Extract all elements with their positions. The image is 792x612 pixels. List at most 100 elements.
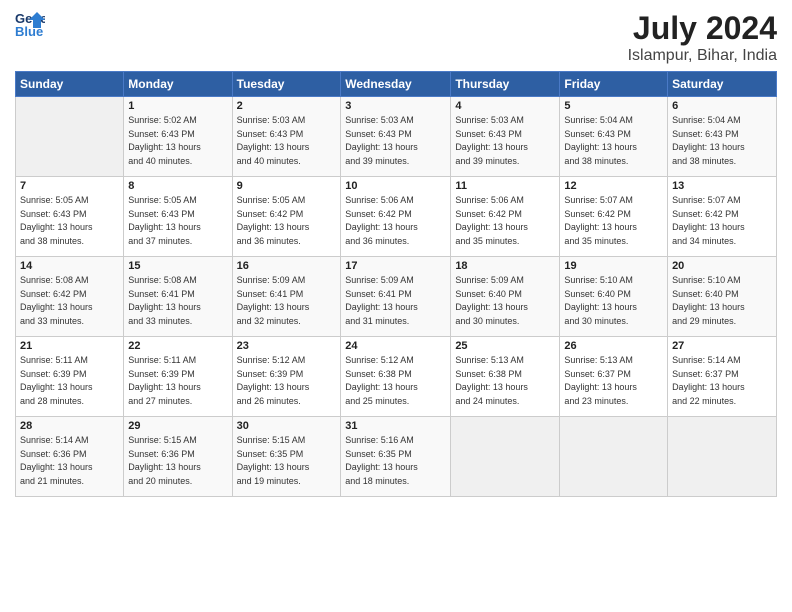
day-info: Sunrise: 5:14 AM Sunset: 6:36 PM Dayligh… — [20, 434, 119, 488]
calendar-cell-w3-d3: 17Sunrise: 5:09 AM Sunset: 6:41 PM Dayli… — [341, 257, 451, 337]
day-number: 5 — [564, 100, 663, 112]
day-info: Sunrise: 5:08 AM Sunset: 6:41 PM Dayligh… — [128, 274, 227, 328]
day-info: Sunrise: 5:03 AM Sunset: 6:43 PM Dayligh… — [237, 114, 337, 168]
day-info: Sunrise: 5:09 AM Sunset: 6:41 PM Dayligh… — [237, 274, 337, 328]
day-info: Sunrise: 5:10 AM Sunset: 6:40 PM Dayligh… — [564, 274, 663, 328]
day-number: 12 — [564, 180, 663, 192]
day-number: 4 — [455, 100, 555, 112]
calendar-table: Sunday Monday Tuesday Wednesday Thursday… — [15, 71, 777, 497]
calendar-cell-w5-d0: 28 Sunrise: 5:14 AM Sunset: 6:36 PM Dayli… — [16, 417, 124, 497]
day-info: Sunrise: 5:05 AM Sunset: 6:43 PM Dayligh… — [128, 194, 227, 248]
main-title: July 2024 — [628, 10, 777, 47]
calendar-cell-w5-d3: 31 Sunrise: 5:16 AM Sunset: 6:35 PM Dayli… — [341, 417, 451, 497]
day-number: 27 — [672, 340, 772, 352]
header-sunday: Sunday — [16, 72, 124, 97]
day-info: Sunrise: 5:08 AM Sunset: 6:42 PM Dayligh… — [20, 274, 119, 328]
day-number: 6 — [672, 100, 772, 112]
day-info: Sunrise: 5:06 AM Sunset: 6:42 PM Dayligh… — [345, 194, 446, 248]
calendar-cell-w5-d1: 29 Sunrise: 5:15 AM Sunset: 6:36 PM Dayli… — [124, 417, 232, 497]
day-info: Sunrise: 5:15 AM Sunset: 6:36 PM Dayligh… — [128, 434, 227, 488]
header-friday: Friday — [560, 72, 668, 97]
calendar-cell-w4-d0: 21 Sunrise: 5:11 AM Sunset: 6:39 PM Dayli… — [16, 337, 124, 417]
day-number: 3 — [345, 100, 446, 112]
day-number: 30 — [237, 420, 337, 432]
day-info: Sunrise: 5:11 AM Sunset: 6:39 PM Dayligh… — [20, 354, 119, 408]
week-row-3: 14 Sunrise: 5:08 AM Sunset: 6:42 PM Dayli… — [16, 257, 777, 337]
calendar-cell-w3-d6: 20Sunrise: 5:10 AM Sunset: 6:40 PM Dayli… — [668, 257, 777, 337]
day-info: Sunrise: 5:15 AM Sunset: 6:35 PM Dayligh… — [237, 434, 337, 488]
calendar-cell-w1-d5: 5 Sunrise: 5:04 AM Sunset: 6:43 PM Daylig… — [560, 97, 668, 177]
calendar-cell-w1-d4: 4Sunrise: 5:03 AM Sunset: 6:43 PM Daylig… — [451, 97, 560, 177]
subtitle: Islampur, Bihar, India — [628, 47, 777, 65]
calendar-cell-w1-d1: 1 Sunrise: 5:02 AM Sunset: 6:43 PM Daylig… — [124, 97, 232, 177]
day-info: Sunrise: 5:02 AM Sunset: 6:43 PM Dayligh… — [128, 114, 227, 168]
page-container: General Blue July 2024 Islampur, Bihar, … — [0, 0, 792, 507]
day-info: Sunrise: 5:10 AM Sunset: 6:40 PM Dayligh… — [672, 274, 772, 328]
day-number: 1 — [128, 100, 227, 112]
day-number: 8 — [128, 180, 227, 192]
week-row-2: 7 Sunrise: 5:05 AM Sunset: 6:43 PM Daylig… — [16, 177, 777, 257]
day-number: 17 — [345, 260, 446, 272]
calendar-cell-w4-d4: 25 Sunrise: 5:13 AM Sunset: 6:38 PM Dayli… — [451, 337, 560, 417]
day-info: Sunrise: 5:13 AM Sunset: 6:37 PM Dayligh… — [564, 354, 663, 408]
calendar-cell-w2-d0: 7 Sunrise: 5:05 AM Sunset: 6:43 PM Daylig… — [16, 177, 124, 257]
day-info: Sunrise: 5:12 AM Sunset: 6:39 PM Dayligh… — [237, 354, 337, 408]
day-number: 15 — [128, 260, 227, 272]
calendar-cell-w1-d2: 2 Sunrise: 5:03 AM Sunset: 6:43 PM Daylig… — [232, 97, 341, 177]
calendar-cell-w4-d1: 22Sunrise: 5:11 AM Sunset: 6:39 PM Dayli… — [124, 337, 232, 417]
calendar-body: 1 Sunrise: 5:02 AM Sunset: 6:43 PM Daylig… — [16, 97, 777, 497]
header-wednesday: Wednesday — [341, 72, 451, 97]
title-section: July 2024 Islampur, Bihar, India — [628, 10, 777, 65]
week-row-4: 21 Sunrise: 5:11 AM Sunset: 6:39 PM Dayli… — [16, 337, 777, 417]
logo-icon: General Blue — [15, 10, 45, 38]
day-info: Sunrise: 5:11 AM Sunset: 6:39 PM Dayligh… — [128, 354, 227, 408]
calendar-cell-w5-d2: 30 Sunrise: 5:15 AM Sunset: 6:35 PM Dayli… — [232, 417, 341, 497]
day-number: 31 — [345, 420, 446, 432]
day-info: Sunrise: 5:06 AM Sunset: 6:42 PM Dayligh… — [455, 194, 555, 248]
day-number: 23 — [237, 340, 337, 352]
day-number: 9 — [237, 180, 337, 192]
calendar-cell-w3-d0: 14 Sunrise: 5:08 AM Sunset: 6:42 PM Dayli… — [16, 257, 124, 337]
header-thursday: Thursday — [451, 72, 560, 97]
day-info: Sunrise: 5:12 AM Sunset: 6:38 PM Dayligh… — [345, 354, 446, 408]
calendar-cell-w2-d6: 13Sunrise: 5:07 AM Sunset: 6:42 PM Dayli… — [668, 177, 777, 257]
header-monday: Monday — [124, 72, 232, 97]
calendar-cell-w1-d6: 6Sunrise: 5:04 AM Sunset: 6:43 PM Daylig… — [668, 97, 777, 177]
day-info: Sunrise: 5:04 AM Sunset: 6:43 PM Dayligh… — [564, 114, 663, 168]
calendar-cell-w4-d5: 26Sunrise: 5:13 AM Sunset: 6:37 PM Dayli… — [560, 337, 668, 417]
day-info: Sunrise: 5:09 AM Sunset: 6:40 PM Dayligh… — [455, 274, 555, 328]
week-row-5: 28 Sunrise: 5:14 AM Sunset: 6:36 PM Dayli… — [16, 417, 777, 497]
day-number: 28 — [20, 420, 119, 432]
day-info: Sunrise: 5:16 AM Sunset: 6:35 PM Dayligh… — [345, 434, 446, 488]
day-number: 7 — [20, 180, 119, 192]
day-info: Sunrise: 5:07 AM Sunset: 6:42 PM Dayligh… — [672, 194, 772, 248]
day-number: 21 — [20, 340, 119, 352]
day-number: 14 — [20, 260, 119, 272]
day-info: Sunrise: 5:07 AM Sunset: 6:42 PM Dayligh… — [564, 194, 663, 248]
calendar-cell-w2-d2: 9Sunrise: 5:05 AM Sunset: 6:42 PM Daylig… — [232, 177, 341, 257]
calendar-cell-w2-d1: 8 Sunrise: 5:05 AM Sunset: 6:43 PM Daylig… — [124, 177, 232, 257]
day-number: 24 — [345, 340, 446, 352]
week-row-1: 1 Sunrise: 5:02 AM Sunset: 6:43 PM Daylig… — [16, 97, 777, 177]
day-number: 2 — [237, 100, 337, 112]
day-number: 19 — [564, 260, 663, 272]
day-number: 16 — [237, 260, 337, 272]
day-info: Sunrise: 5:05 AM Sunset: 6:43 PM Dayligh… — [20, 194, 119, 248]
calendar-cell-w4-d3: 24 Sunrise: 5:12 AM Sunset: 6:38 PM Dayli… — [341, 337, 451, 417]
calendar-cell-w4-d2: 23 Sunrise: 5:12 AM Sunset: 6:39 PM Dayli… — [232, 337, 341, 417]
day-number: 25 — [455, 340, 555, 352]
header-tuesday: Tuesday — [232, 72, 341, 97]
day-info: Sunrise: 5:13 AM Sunset: 6:38 PM Dayligh… — [455, 354, 555, 408]
calendar-cell-w2-d5: 12 Sunrise: 5:07 AM Sunset: 6:42 PM Dayli… — [560, 177, 668, 257]
header: General Blue July 2024 Islampur, Bihar, … — [15, 10, 777, 65]
calendar-cell-w3-d2: 16 Sunrise: 5:09 AM Sunset: 6:41 PM Dayli… — [232, 257, 341, 337]
day-number: 11 — [455, 180, 555, 192]
calendar-cell-w5-d6 — [668, 417, 777, 497]
calendar-cell-w3-d1: 15 Sunrise: 5:08 AM Sunset: 6:41 PM Dayli… — [124, 257, 232, 337]
logo: General Blue — [15, 10, 45, 38]
header-saturday: Saturday — [668, 72, 777, 97]
day-number: 29 — [128, 420, 227, 432]
calendar-cell-w1-d3: 3Sunrise: 5:03 AM Sunset: 6:43 PM Daylig… — [341, 97, 451, 177]
day-number: 18 — [455, 260, 555, 272]
calendar-header-row: Sunday Monday Tuesday Wednesday Thursday… — [16, 72, 777, 97]
